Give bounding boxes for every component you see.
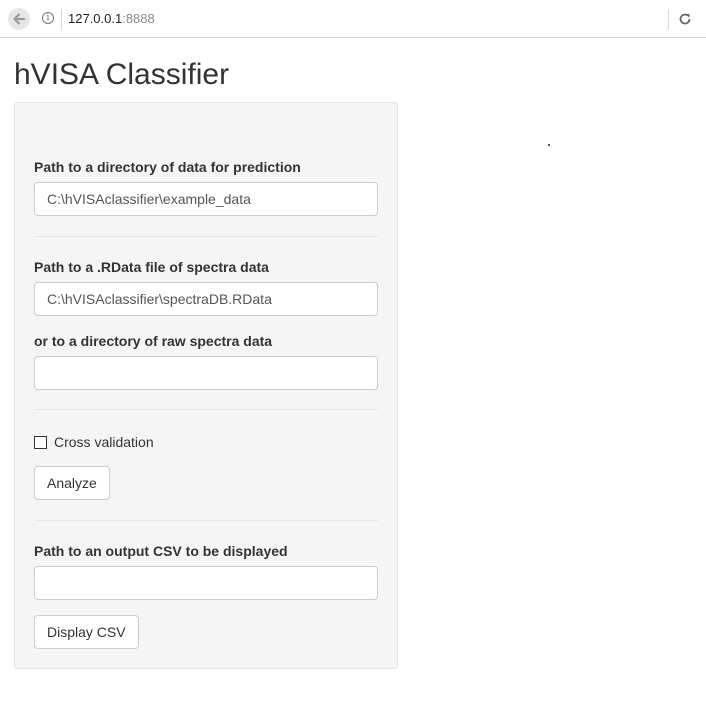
- reload-button[interactable]: [676, 10, 694, 28]
- reload-separator: [668, 9, 669, 29]
- back-button[interactable]: [8, 8, 30, 30]
- raw-spectra-dir-input[interactable]: [34, 356, 378, 390]
- prediction-dir-input[interactable]: [34, 182, 378, 216]
- browser-toolbar: i 127.0.0.1:8888: [0, 0, 706, 38]
- arrow-left-icon: [13, 13, 26, 25]
- output-area-marker: [548, 144, 550, 146]
- display-csv-button[interactable]: Display CSV: [34, 615, 139, 649]
- reload-icon: [679, 13, 691, 25]
- info-icon[interactable]: i: [42, 12, 54, 24]
- url-port: :8888: [122, 11, 155, 26]
- cross-validation-checkbox[interactable]: [34, 435, 47, 449]
- spectra-file-input[interactable]: [34, 282, 378, 316]
- analyze-button[interactable]: Analyze: [34, 466, 110, 500]
- url-host: 127.0.0.1: [68, 11, 123, 26]
- page-title: hVISA Classifier: [14, 58, 230, 91]
- prediction-dir-label: Path to a directory of data for predicti…: [34, 159, 301, 175]
- cross-validation-label[interactable]: Cross validation: [54, 433, 154, 451]
- cross-validation-row[interactable]: Cross validation: [34, 433, 154, 451]
- address-bar[interactable]: 127.0.0.1:8888: [68, 11, 155, 27]
- section-divider-1: [34, 236, 378, 237]
- section-divider-3: [34, 520, 378, 521]
- section-divider-2: [34, 409, 378, 410]
- raw-spectra-dir-label: or to a directory of raw spectra data: [34, 333, 273, 349]
- output-csv-input[interactable]: [34, 566, 378, 600]
- address-separator: [61, 9, 62, 29]
- output-csv-label: Path to an output CSV to be displayed: [34, 543, 288, 559]
- spectra-file-label: Path to a .RData file of spectra data: [34, 259, 269, 275]
